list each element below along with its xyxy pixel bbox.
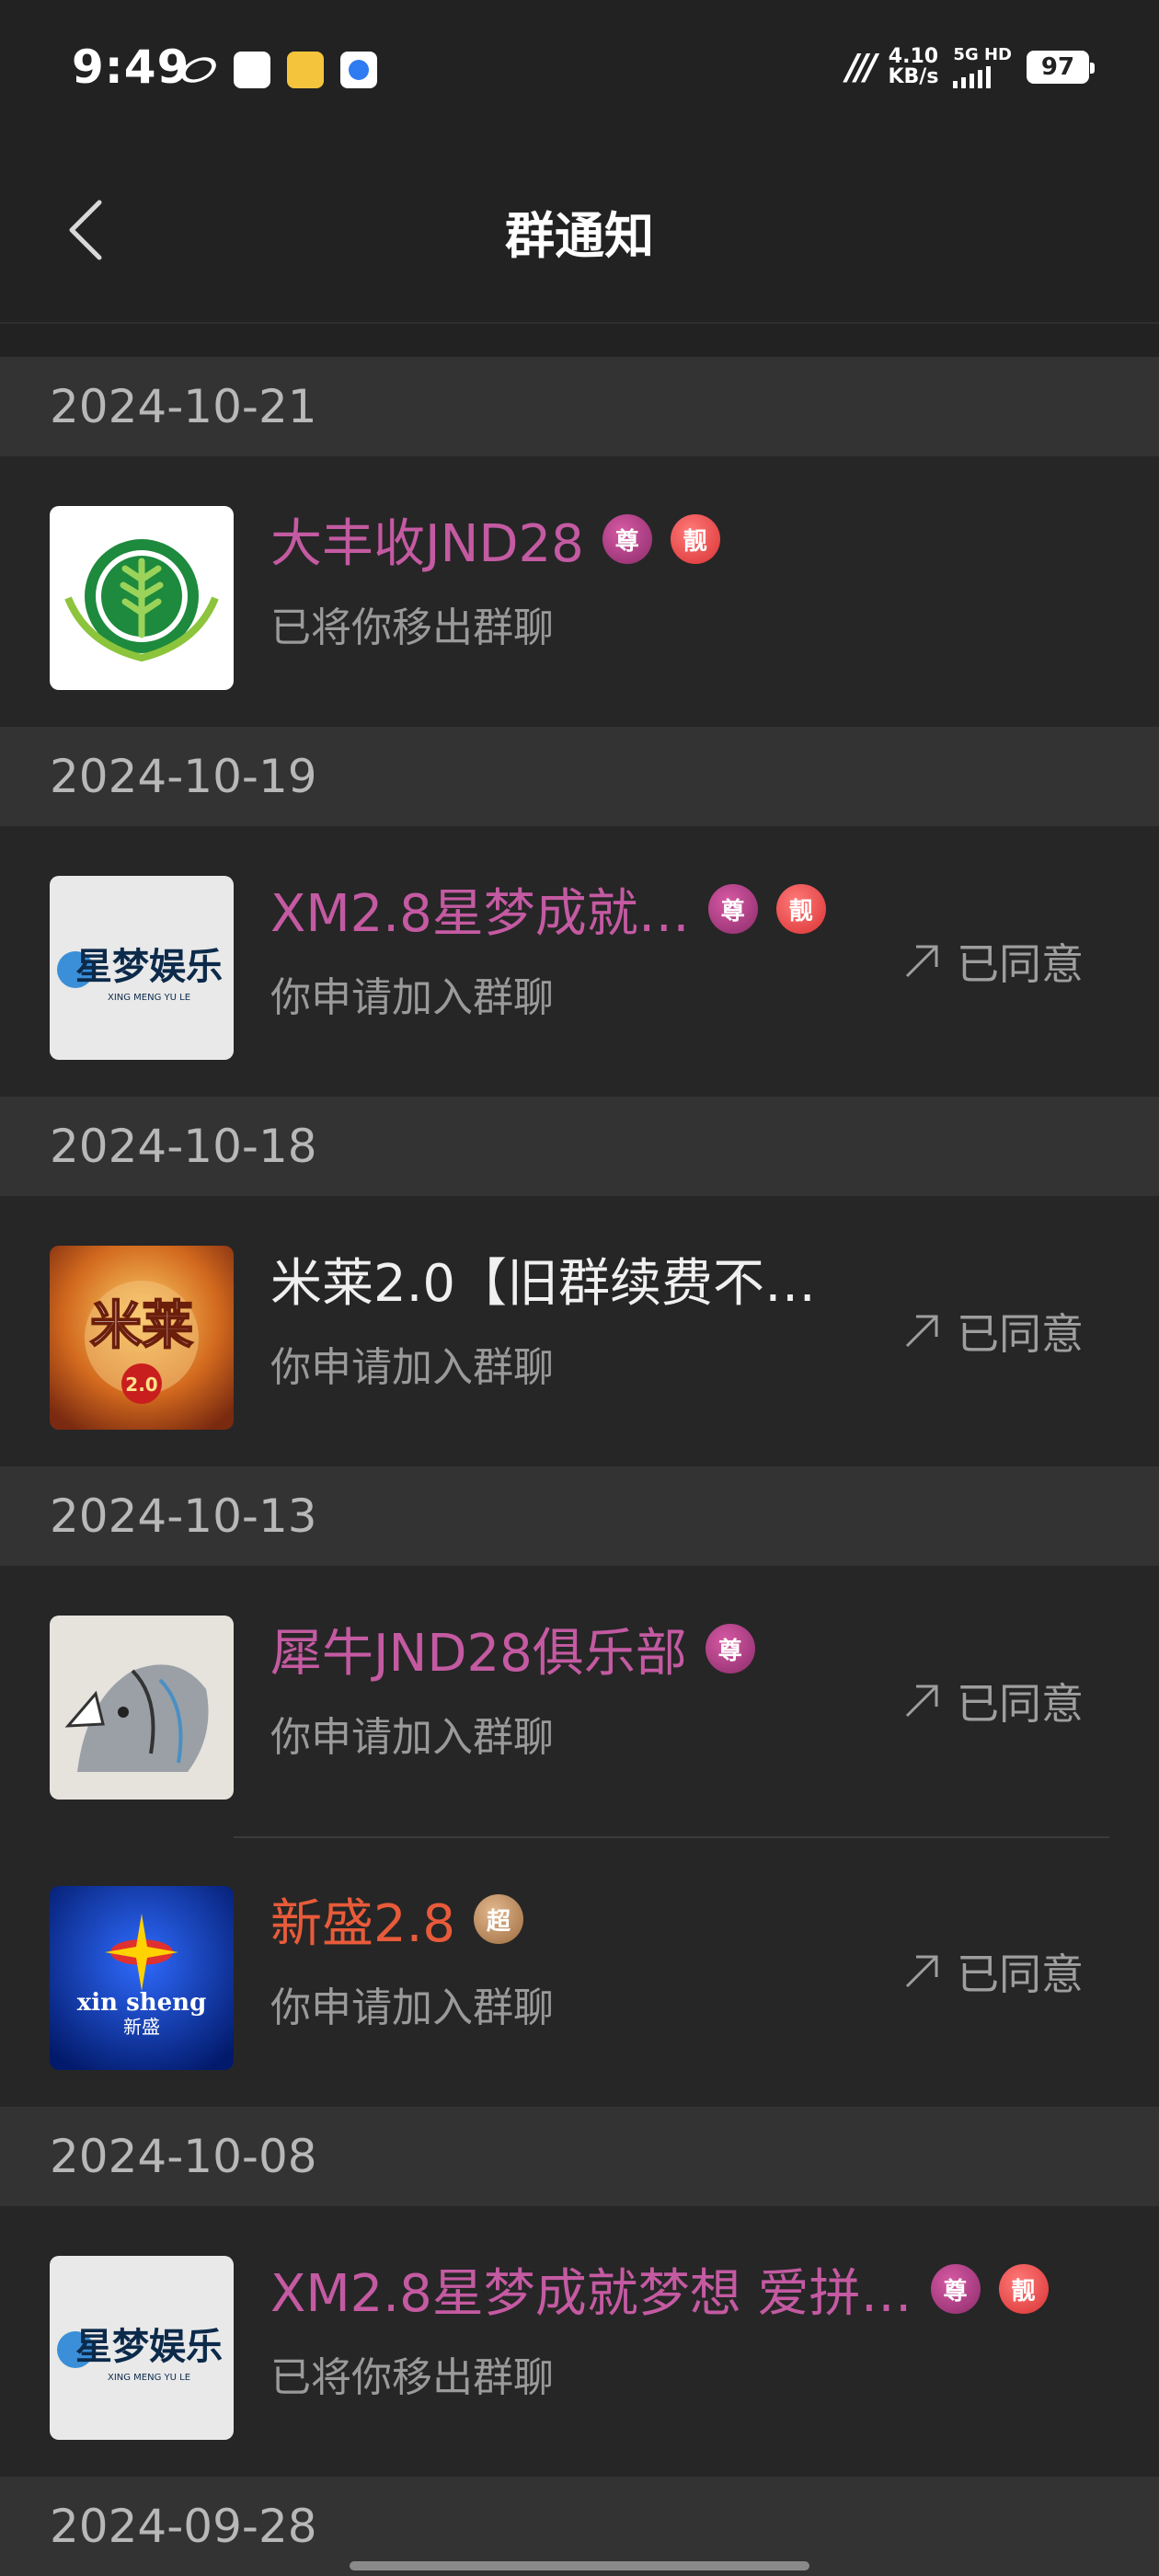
notification-list: 2024-10-21 大丰收JND28 尊 靓 已将你移出群聊 2024-10-… (0, 324, 1159, 2576)
zun-badge-icon: 尊 (707, 884, 758, 934)
status-bar: 9:49 /// 4.10 KB/s 5G HD 97 (0, 0, 1159, 138)
status-right: /// 4.10 KB/s 5G HD 97 (845, 46, 1095, 88)
group-avatar: xin sheng 新盛 (50, 1886, 234, 2070)
liang-badge-icon: 靓 (775, 884, 826, 934)
date-header: 2024-10-13 (0, 1466, 1159, 1566)
speed-unit: KB/s (888, 65, 939, 88)
group-name: XM2.8星梦成就梦想 爱拼… (270, 2263, 912, 2324)
list-item[interactable]: 米莱 2.0 米莱2.0【旧群续费不… 你申请加入群聊 已同意 (0, 1196, 1159, 1466)
agreed-status: 已同意 (900, 1301, 1084, 1362)
group-avatar: 星梦娱乐 XING MENG YU LE (50, 2256, 234, 2440)
app-notification-icon (177, 52, 221, 88)
avatar-brand-cn: 新盛 (123, 2016, 160, 2038)
status-label: 已同意 (957, 1949, 1084, 1999)
date-header: 2024-10-08 (0, 2107, 1159, 2206)
liang-badge-icon: 靓 (998, 2264, 1049, 2314)
group-name: 米莱2.0【旧群续费不… (270, 1253, 817, 1314)
signal-icon (953, 66, 1012, 88)
notification-text: 已将你移出群聊 (270, 2354, 554, 2401)
avatar-brand: 星梦娱乐 (75, 2326, 223, 2368)
agreed-status: 已同意 (900, 931, 1084, 992)
notification-text: 已将你移出群聊 (270, 604, 554, 651)
status-label: 已同意 (957, 1679, 1084, 1729)
nav-bar: 群通知 (0, 138, 1159, 324)
arrow-up-right-icon (905, 1685, 938, 1718)
message-notification-icon (234, 52, 270, 88)
weibo-notification-icon (287, 52, 324, 88)
network-logo-icon: /// (845, 47, 878, 87)
agreed-status: 已同意 (900, 1671, 1084, 1731)
list-item[interactable]: xin sheng 新盛 新盛2.8 超 你申请加入群聊 已同意 (0, 1836, 1159, 2107)
signal-block: 5G HD (953, 46, 1012, 88)
group-name: 新盛2.8 (270, 1893, 456, 1954)
status-label: 已同意 (957, 1309, 1084, 1359)
list-item[interactable]: 星梦娱乐 XING MENG YU LE XM2.8星梦成就… 尊 靓 你申请加… (0, 826, 1159, 1097)
date-header: 2024-10-18 (0, 1097, 1159, 1196)
battery-icon: 97 (1027, 51, 1095, 84)
avatar-brand: 星梦娱乐 (75, 946, 223, 988)
speed-value: 4.10 (888, 45, 939, 68)
list-item[interactable]: 星梦娱乐 XING MENG YU LE XM2.8星梦成就梦想 爱拼… 尊 靓… (0, 2206, 1159, 2477)
group-avatar (50, 1616, 234, 1800)
group-name: 犀牛JND28俱乐部 (270, 1623, 687, 1684)
arrow-up-right-icon (905, 945, 938, 978)
zun-badge-icon: 尊 (602, 514, 652, 564)
avatar-brand-sub: XING MENG YU LE (108, 993, 190, 1003)
group-name: XM2.8星梦成就… (270, 883, 690, 944)
avatar-brand: 米莱 (90, 1296, 193, 1356)
avatar-brand-sub: XING MENG YU LE (108, 2373, 190, 2383)
battery-level: 97 (1040, 53, 1075, 81)
zun-badge-icon: 尊 (705, 1624, 755, 1673)
group-avatar: 星梦娱乐 XING MENG YU LE (50, 876, 234, 1060)
liang-badge-icon: 靓 (670, 514, 720, 564)
page-title: 群通知 (505, 207, 654, 265)
avatar-brand: xin sheng (77, 1989, 207, 2017)
list-item[interactable]: 大丰收JND28 尊 靓 已将你移出群聊 (0, 456, 1159, 727)
home-indicator[interactable] (350, 2561, 809, 2570)
group-avatar: 米莱 2.0 (50, 1246, 234, 1430)
status-time: 9:49 (72, 40, 190, 94)
group-name: 大丰收JND28 (270, 513, 584, 574)
notification-icons (177, 52, 377, 88)
list-item[interactable]: 犀牛JND28俱乐部 尊 你申请加入群聊 已同意 (0, 1566, 1159, 1836)
zun-badge-icon: 尊 (930, 2264, 981, 2314)
group-avatar (50, 506, 234, 690)
network-speed: 4.10 KB/s (888, 47, 938, 87)
arrow-up-right-icon (905, 1315, 938, 1348)
avatar-badge: 2.0 (125, 1374, 157, 1396)
app-notification-icon-blue (340, 52, 377, 88)
arrow-up-right-icon (905, 1955, 938, 1988)
status-label: 已同意 (957, 939, 1084, 989)
chao-badge-icon: 超 (474, 1894, 524, 1944)
date-header: 2024-10-21 (0, 357, 1159, 456)
network-type: 5G HD (953, 45, 1012, 64)
date-header: 2024-10-19 (0, 727, 1159, 826)
agreed-status: 已同意 (900, 1941, 1084, 2002)
